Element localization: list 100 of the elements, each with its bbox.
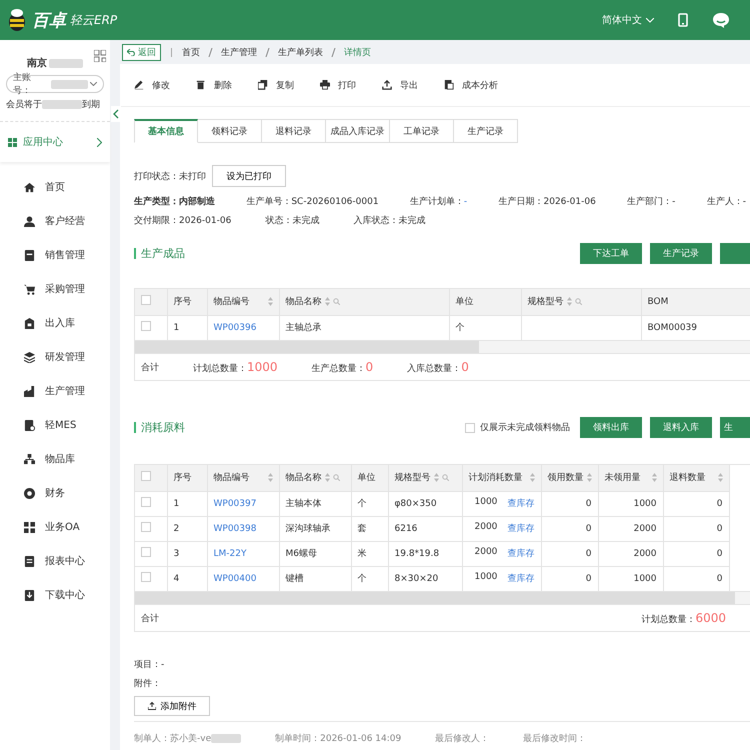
copy-icon[interactable]	[258, 80, 268, 90]
tab[interactable]: 领料记录	[198, 119, 262, 143]
item-code-link[interactable]: WP00400	[214, 574, 256, 584]
action-button[interactable]: 生	[720, 417, 750, 438]
sidebar-item[interactable]: 销售管理	[0, 238, 110, 272]
filter-label[interactable]: 仅展示未完成领料物品	[480, 421, 570, 434]
total-field: 生产总数量：0	[312, 360, 374, 374]
chevron-right-icon[interactable]	[97, 138, 102, 146]
total-field: 入库总数量：0	[407, 360, 469, 374]
chevron-down-icon[interactable]	[90, 82, 97, 86]
tab[interactable]: 基本信息	[134, 119, 198, 143]
qr-code-icon[interactable]	[94, 50, 106, 62]
action-button[interactable]: 下达工单	[580, 243, 642, 264]
document-icon[interactable]	[24, 420, 35, 430]
column-header: 单位	[456, 296, 474, 308]
action-button[interactable]: 领料出库	[580, 417, 642, 438]
coin-icon[interactable]	[24, 488, 35, 498]
row-checkbox[interactable]	[141, 321, 151, 332]
language-selector[interactable]: 简体中文	[602, 13, 654, 27]
scrollbar-thumb[interactable]	[135, 592, 735, 604]
scrollbar-thumb[interactable]	[135, 341, 479, 353]
sidebar-item[interactable]: 财务	[0, 476, 110, 510]
breadcrumb-link[interactable]: 生产单列表	[278, 46, 323, 58]
check-stock-link[interactable]: 查库存	[508, 547, 534, 560]
sidebar-item[interactable]: 出入库	[0, 306, 110, 340]
toolbar-button[interactable]: 打印	[320, 78, 356, 92]
sidebar-item[interactable]: 业务OA	[0, 510, 110, 544]
select-all-checkbox[interactable]	[141, 471, 151, 482]
table-cell-text: 2000	[474, 547, 498, 559]
account-selector[interactable]: 主账号：	[6, 75, 104, 93]
hierarchy-icon[interactable]	[24, 454, 35, 464]
box-icon[interactable]	[24, 318, 35, 328]
toolbar-button[interactable]: 删除	[196, 78, 232, 92]
check-stock-link[interactable]: 查库存	[508, 522, 534, 535]
chat-icon[interactable]	[712, 12, 730, 28]
column-header: 规格型号	[394, 472, 430, 484]
sidebar-item[interactable]: 报表中心	[0, 544, 110, 578]
report-icon[interactable]	[24, 556, 35, 566]
pencil-icon[interactable]	[134, 80, 144, 90]
item-code-link[interactable]: LM-22Y	[214, 548, 246, 558]
select-all-checkbox[interactable]	[141, 295, 151, 306]
filter-checkbox[interactable]	[465, 422, 475, 432]
sidebar-item[interactable]: 首页	[0, 170, 110, 204]
toolbar-button[interactable]: 导出	[382, 78, 418, 92]
app-center-item[interactable]: 应用中心	[0, 122, 110, 162]
toolbar-button[interactable]: 成本分析	[444, 78, 498, 92]
table-cell: 主轴总承	[286, 323, 322, 334]
toolbar-button[interactable]: 复制	[258, 78, 294, 92]
sidebar-item[interactable]: 生产管理	[0, 374, 110, 408]
table-cell: M6螺母	[286, 549, 317, 559]
action-button[interactable]: 退料入库	[650, 417, 712, 438]
layers-icon[interactable]	[24, 352, 35, 362]
sidebar-item[interactable]: 采购管理	[0, 272, 110, 306]
upload-icon[interactable]	[382, 80, 392, 90]
cart-icon[interactable]	[24, 284, 35, 294]
document-icon[interactable]	[24, 250, 35, 260]
meta-field: 制单人：苏小美-ve	[134, 732, 212, 745]
row-checkbox[interactable]	[141, 522, 151, 532]
tab[interactable]: 成品入库记录	[326, 119, 390, 143]
printer-icon[interactable]	[320, 80, 330, 90]
breadcrumb-link[interactable]: 生产管理	[221, 46, 257, 58]
tab[interactable]: 工单记录	[390, 119, 454, 143]
upload-icon[interactable]	[148, 702, 156, 710]
return-arrow-icon[interactable]	[127, 48, 136, 56]
sidebar-item[interactable]: 下载中心	[0, 578, 110, 612]
item-code-link[interactable]: WP00397	[214, 498, 256, 508]
row-checkbox[interactable]	[141, 497, 151, 507]
sidebar-item[interactable]: 客户经营	[0, 204, 110, 238]
table-cell: 8×30×20	[394, 574, 438, 584]
sidebar-item[interactable]: 物品库	[0, 442, 110, 476]
item-code-link[interactable]: WP00398	[214, 524, 256, 534]
breadcrumb-link[interactable]: 详情页	[344, 46, 371, 58]
row-checkbox[interactable]	[141, 547, 151, 557]
add-attachment-button[interactable]: 添加附件	[134, 696, 210, 716]
grid-icon[interactable]	[24, 522, 35, 532]
meta-field: 制单时间：2026-01-06 14:09	[275, 732, 402, 745]
info-field: 生产部门：-	[627, 195, 676, 208]
info-field: 状态：未完成	[265, 214, 320, 227]
phone-icon[interactable]	[678, 13, 688, 27]
trash-icon[interactable]	[196, 80, 206, 90]
back-button[interactable]: 返回	[122, 44, 161, 60]
factory-icon[interactable]	[24, 386, 35, 396]
tab[interactable]: 退料记录	[262, 119, 326, 143]
row-checkbox[interactable]	[141, 572, 151, 582]
mark-printed-button[interactable]: 设为已打印	[212, 165, 286, 187]
column-header: 退料数量	[670, 472, 706, 484]
sidebar-item[interactable]: 研发管理	[0, 340, 110, 374]
document-icon[interactable]	[444, 80, 454, 90]
tab[interactable]: 生产记录	[454, 119, 518, 143]
home-icon[interactable]	[24, 182, 35, 192]
person-icon[interactable]	[24, 216, 35, 226]
breadcrumb-link[interactable]: 首页	[182, 46, 200, 58]
action-button[interactable]: 生产记录	[650, 243, 712, 264]
table-cell: 1	[174, 322, 180, 333]
check-stock-link[interactable]: 查库存	[508, 572, 534, 586]
download-icon[interactable]	[24, 590, 35, 600]
toolbar-button[interactable]: 修改	[134, 78, 170, 92]
sidebar-item[interactable]: 轻MES	[0, 408, 110, 442]
check-stock-link[interactable]: 查库存	[508, 497, 534, 510]
item-code-link[interactable]: WP00396	[214, 322, 256, 333]
